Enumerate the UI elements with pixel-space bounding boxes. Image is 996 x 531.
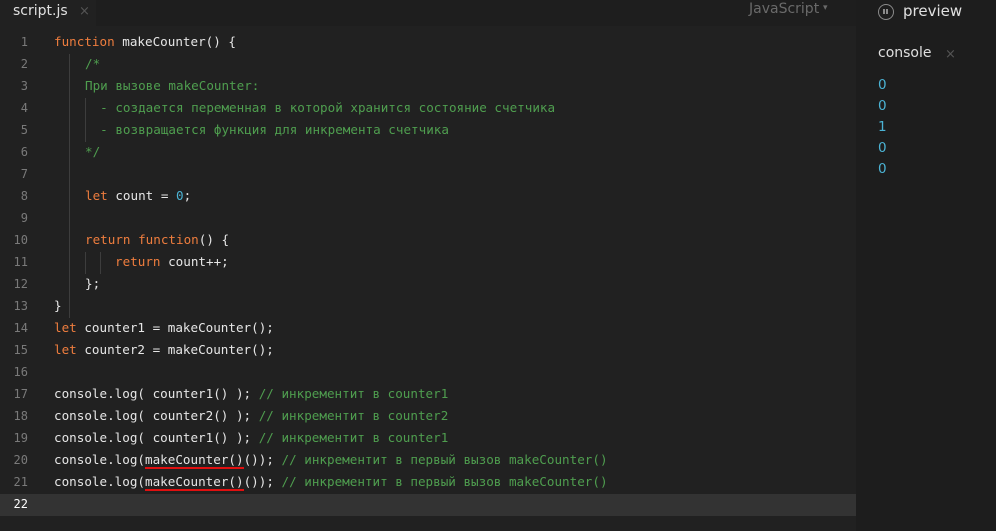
code-text: let count = 0; bbox=[85, 188, 192, 203]
line-number: 3 bbox=[20, 79, 28, 93]
line-number: 5 bbox=[20, 123, 28, 137]
code-comment: При вызове makeCounter: bbox=[85, 78, 260, 93]
code-line[interactable]: 19 console.log( counter1() ); // инкремен… bbox=[0, 428, 856, 450]
line-number: 15 bbox=[13, 343, 28, 357]
code-line[interactable]: 18 console.log( counter2() ); // инкремен… bbox=[0, 406, 856, 428]
code-line[interactable]: 9 bbox=[0, 208, 856, 230]
code-line[interactable]: 16 bbox=[0, 362, 856, 384]
console-line: 1 bbox=[878, 119, 887, 135]
code-comment: - создается переменная в которой хранитс… bbox=[85, 100, 556, 115]
line-number: 19 bbox=[13, 431, 28, 445]
line-number: 20 bbox=[13, 453, 28, 467]
code-line[interactable]: 4 - создается переменная в которой храни… bbox=[0, 98, 856, 120]
code-line[interactable]: 2 /* bbox=[0, 54, 856, 76]
line-number: 2 bbox=[20, 57, 28, 71]
line-number: 6 bbox=[20, 145, 28, 159]
line-number: 8 bbox=[20, 189, 28, 203]
language-selector[interactable]: JavaScript bbox=[749, 1, 819, 17]
code-text: console.log( counter1() ); // инкременти… bbox=[54, 386, 449, 401]
line-number: 10 bbox=[13, 233, 28, 247]
preview-title: preview bbox=[903, 2, 963, 20]
code-line[interactable]: 14 let counter1 = makeCounter(); bbox=[0, 318, 856, 340]
line-number: 21 bbox=[13, 475, 28, 489]
line-number: 22 bbox=[13, 497, 28, 511]
code-area[interactable]: 1 function makeCounter() { 2 /* 3 При вызов… bbox=[0, 32, 856, 516]
code-comment: */ bbox=[85, 144, 101, 159]
console-line: 0 bbox=[878, 98, 887, 114]
underline-annotation: makeCounter() bbox=[145, 452, 244, 469]
line-number: 9 bbox=[20, 211, 28, 225]
console-output: 0 0 1 0 0 bbox=[878, 77, 887, 182]
code-line[interactable]: 11 return count++; bbox=[0, 252, 856, 274]
code-text: return count++; bbox=[115, 254, 229, 269]
line-number: 1 bbox=[20, 35, 28, 49]
code-text: let counter2 = makeCounter(); bbox=[54, 342, 274, 357]
code-text: }; bbox=[85, 276, 101, 291]
tab-script-js[interactable]: script.js × bbox=[0, 0, 96, 26]
line-number: 7 bbox=[20, 167, 28, 181]
tab-console[interactable]: console bbox=[878, 45, 932, 61]
code-text: console.log( counter2() ); // инкременти… bbox=[54, 408, 449, 423]
preview-panel: preview console × 0 0 1 0 0 bbox=[856, 0, 996, 531]
code-line[interactable]: 17 console.log( counter1() ); // инкремен… bbox=[0, 384, 856, 406]
code-line[interactable]: 12}; bbox=[0, 274, 856, 296]
console-line: 0 bbox=[878, 140, 887, 156]
line-number: 16 bbox=[13, 365, 28, 379]
code-line[interactable]: 21 console.log(makeCounter()()); // инкре… bbox=[0, 472, 856, 494]
code-text: return function() { bbox=[85, 232, 230, 247]
code-text: console.log(makeCounter()()); // инкреме… bbox=[54, 474, 608, 491]
line-number: 4 bbox=[20, 101, 28, 115]
code-line[interactable]: 8 let count = 0; bbox=[0, 186, 856, 208]
code-line[interactable]: 10 return function() { bbox=[0, 230, 856, 252]
code-line[interactable]: 6 */ bbox=[0, 142, 856, 164]
line-number: 18 bbox=[13, 409, 28, 423]
pause-circle-icon[interactable] bbox=[878, 4, 894, 20]
code-text: console.log(makeCounter()()); // инкреме… bbox=[54, 452, 608, 469]
console-line: 0 bbox=[878, 77, 887, 93]
code-text: function makeCounter() { bbox=[54, 34, 236, 49]
line-number: 13 bbox=[13, 299, 28, 313]
code-line[interactable]: 7 bbox=[0, 164, 856, 186]
line-number: 14 bbox=[13, 321, 28, 335]
preview-header: preview bbox=[856, 0, 996, 26]
code-line[interactable]: 13} bbox=[0, 296, 856, 318]
code-line[interactable]: 20 console.log(makeCounter()()); // инкре… bbox=[0, 450, 856, 472]
line-number: 11 bbox=[13, 255, 28, 269]
chevron-down-icon[interactable]: ▾ bbox=[823, 3, 828, 13]
code-line[interactable]: 1 function makeCounter() { bbox=[0, 32, 856, 54]
code-line-active[interactable]: 22 bbox=[0, 494, 856, 516]
console-line: 0 bbox=[878, 161, 887, 177]
code-line[interactable]: 5 - возвращается функция для инкремента … bbox=[0, 120, 856, 142]
code-text: } bbox=[54, 298, 62, 313]
line-number: 17 bbox=[13, 387, 28, 401]
close-icon[interactable]: × bbox=[945, 47, 956, 62]
code-line[interactable]: 3 При вызове makeCounter: bbox=[0, 76, 856, 98]
code-text: let counter1 = makeCounter(); bbox=[54, 320, 274, 335]
code-editor[interactable]: script.js × JavaScript ▾ 1 function makeC… bbox=[0, 0, 856, 531]
code-comment: /* bbox=[85, 56, 101, 71]
line-number: 12 bbox=[13, 277, 28, 291]
code-line[interactable]: 15 let counter2 = makeCounter(); bbox=[0, 340, 856, 362]
code-comment: - возвращается функция для инкремента сч… bbox=[85, 122, 449, 137]
underline-annotation: makeCounter() bbox=[145, 474, 244, 491]
editor-tab-bar: script.js × JavaScript ▾ bbox=[0, 0, 856, 26]
close-icon[interactable]: × bbox=[79, 4, 90, 19]
code-text: console.log( counter1() ); // инкременти… bbox=[54, 430, 449, 445]
tab-label: script.js bbox=[13, 3, 68, 19]
